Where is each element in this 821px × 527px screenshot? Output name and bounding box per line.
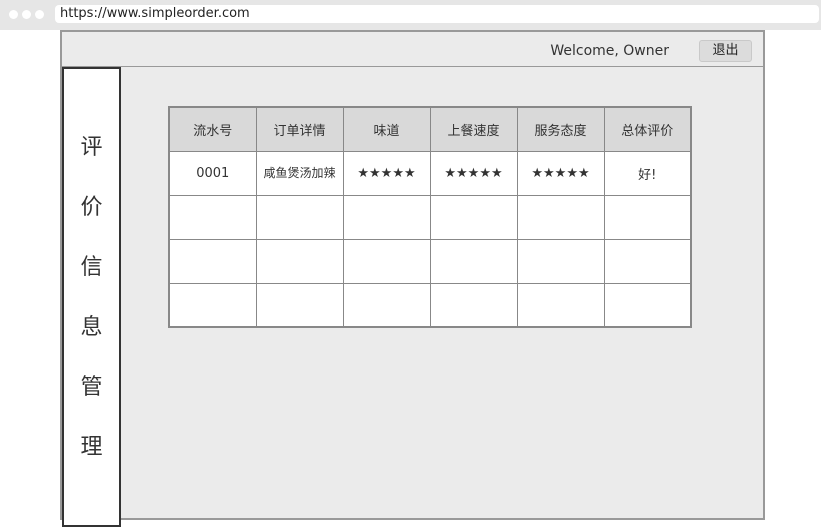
cell-service-rating [516,282,605,328]
window-controls [9,10,44,19]
column-header-serial: 流水号 [168,106,257,152]
window-dot-icon[interactable] [35,10,44,19]
sidebar-title-char: 信 [80,255,103,280]
window-dot-icon[interactable] [9,10,18,19]
cell-speed-rating [429,194,518,240]
column-header-taste: 味道 [342,106,431,152]
browser-toolbar: https://www.simpleorder.com [0,0,821,30]
sidebar-title-char: 评 [80,135,103,160]
column-header-order-detail: 订单详情 [255,106,344,152]
cell-serial [168,282,257,328]
header-divider [62,66,763,67]
cell-order-detail [255,194,344,240]
column-header-service-attitude: 服务态度 [516,106,605,152]
review-table-container: 流水号 订单详情 味道 上餐速度 服务态度 总体评价 0001 咸鱼煲汤加辣 ★… [168,106,692,328]
cell-taste-rating [342,282,431,328]
cell-speed-rating: ★★★★★ [429,150,518,196]
cell-service-rating: ★★★★★ [516,150,605,196]
cell-overall-rating [603,238,692,284]
table-row[interactable]: 0001 咸鱼煲汤加辣 ★★★★★ ★★★★★ ★★★★★ 好! [168,150,692,196]
column-header-overall-rating: 总体评价 [603,106,692,152]
sidebar-title-char: 管 [80,375,103,400]
cell-service-rating [516,194,605,240]
table-header-row: 流水号 订单详情 味道 上餐速度 服务态度 总体评价 [168,106,692,152]
sidebar-title-char: 理 [80,435,103,460]
address-bar[interactable]: https://www.simpleorder.com [55,5,819,23]
review-table: 流水号 订单详情 味道 上餐速度 服务态度 总体评价 0001 咸鱼煲汤加辣 ★… [168,106,692,328]
window-dot-icon[interactable] [22,10,31,19]
cell-speed-rating [429,282,518,328]
cell-taste-rating [342,238,431,284]
cell-order-detail [255,282,344,328]
app-window: Welcome, Owner 退出 评 价 信 息 管 理 流水号 订单详情 味… [60,30,765,527]
cell-overall-rating: 好! [603,150,692,196]
sidebar-title-char: 价 [80,195,103,220]
cell-taste-rating: ★★★★★ [342,150,431,196]
table-row[interactable] [168,194,692,240]
cell-serial: 0001 [168,150,257,196]
cell-order-detail: 咸鱼煲汤加辣 [255,150,344,196]
sidebar-nav: 评 价 信 息 管 理 [62,67,121,527]
cell-order-detail [255,238,344,284]
cell-serial [168,194,257,240]
sidebar-title-char: 息 [80,315,103,340]
cell-taste-rating [342,194,431,240]
logout-button[interactable]: 退出 [699,40,752,62]
cell-serial [168,238,257,284]
column-header-serving-speed: 上餐速度 [429,106,518,152]
cell-service-rating [516,238,605,284]
cell-overall-rating [603,282,692,328]
table-row[interactable] [168,282,692,328]
welcome-text: Welcome, Owner [550,43,669,59]
table-row[interactable] [168,238,692,284]
cell-speed-rating [429,238,518,284]
cell-overall-rating [603,194,692,240]
